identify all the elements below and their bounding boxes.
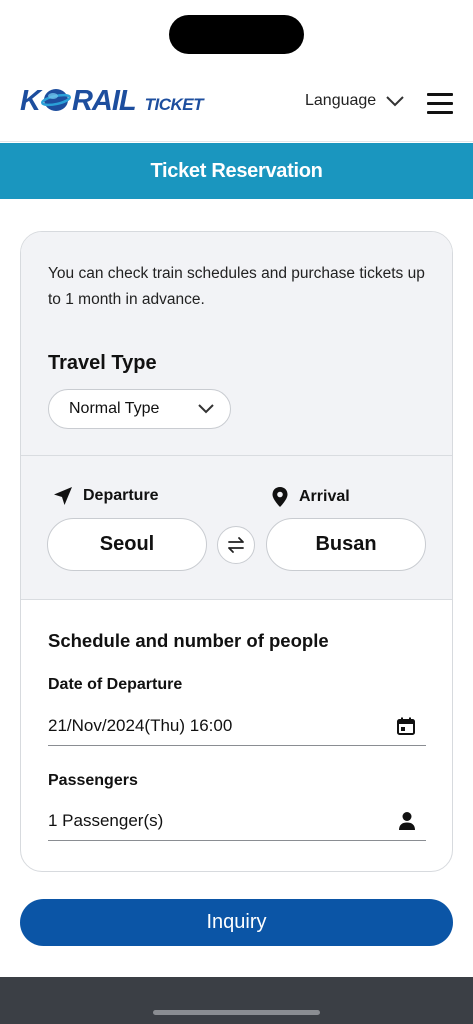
chevron-down-icon <box>198 404 214 414</box>
logo-ticket-text: TICKET <box>144 94 204 114</box>
arrival-label: Arrival <box>271 486 350 508</box>
travel-type-section: You can check train schedules and purcha… <box>21 232 452 456</box>
swap-icon <box>228 537 244 553</box>
device-notch <box>169 15 304 54</box>
station-section: Departure Arrival Seoul Busan <box>21 456 452 600</box>
inquiry-button[interactable]: Inquiry <box>20 899 453 946</box>
home-indicator[interactable] <box>153 1010 320 1015</box>
top-header: K RAIL TICKET Language <box>0 70 473 142</box>
logo-globe-icon <box>40 87 71 111</box>
page-title: Ticket Reservation <box>150 159 323 182</box>
navigation-arrow-icon <box>54 487 72 505</box>
date-field[interactable]: 21/Nov/2024(Thu) 16:00 <box>48 706 426 746</box>
arrival-station-button[interactable]: Busan <box>266 518 426 571</box>
date-label: Date of Departure <box>48 676 183 693</box>
travel-type-value: Normal Type <box>69 400 160 417</box>
language-label: Language <box>305 92 377 109</box>
language-selector[interactable]: Language <box>305 92 404 110</box>
person-icon <box>399 811 415 830</box>
hamburger-menu-icon[interactable] <box>427 93 453 115</box>
passengers-value: 1 Passenger(s) <box>48 810 164 830</box>
passengers-field[interactable]: 1 Passenger(s) <box>48 801 426 841</box>
travel-type-title: Travel Type <box>48 352 157 374</box>
map-pin-icon <box>272 487 288 507</box>
calendar-icon <box>397 717 415 735</box>
departure-station-button[interactable]: Seoul <box>47 518 207 571</box>
schedule-title: Schedule and number of people <box>48 630 329 651</box>
page-title-banner: Ticket Reservation <box>0 143 473 199</box>
korail-logo[interactable]: K RAIL TICKET <box>20 85 204 118</box>
reservation-card: You can check train schedules and purcha… <box>20 231 453 872</box>
chevron-down-icon <box>386 95 404 106</box>
date-value: 21/Nov/2024(Thu) 16:00 <box>48 715 233 735</box>
footer-bar <box>0 977 473 1024</box>
travel-type-dropdown[interactable]: Normal Type <box>48 389 231 429</box>
logo-text: K RAIL <box>20 85 137 117</box>
notice-text: You can check train schedules and purcha… <box>48 265 425 308</box>
passengers-label: Passengers <box>48 772 138 789</box>
departure-label: Departure <box>53 486 159 506</box>
swap-stations-button[interactable] <box>217 526 255 564</box>
